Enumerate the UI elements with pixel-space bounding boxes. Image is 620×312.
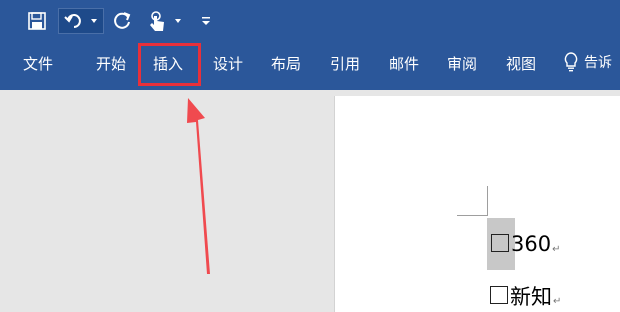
margin-corner-mark — [457, 215, 487, 216]
redo-button[interactable] — [110, 8, 136, 34]
margin-corner-mark — [487, 186, 488, 216]
save-button[interactable] — [24, 8, 50, 34]
checkbox-icon[interactable] — [490, 286, 508, 304]
tab-file[interactable]: 文件 — [23, 52, 53, 76]
paragraph-mark-icon: ↵ — [553, 295, 562, 307]
redo-icon — [114, 12, 131, 29]
tab-home[interactable]: 开始 — [96, 52, 126, 76]
checkbox-icon[interactable] — [491, 234, 509, 252]
tab-review[interactable]: 审阅 — [447, 52, 477, 76]
customize-qat-icon — [202, 17, 210, 25]
tab-mailings[interactable]: 邮件 — [389, 52, 419, 76]
list-item-text: 新知 — [510, 285, 552, 309]
tab-view[interactable]: 视图 — [506, 52, 536, 76]
insert-tab-highlight — [138, 43, 201, 86]
touch-mode-button[interactable] — [144, 8, 186, 34]
chevron-down-icon — [91, 19, 97, 23]
list-item[interactable]: 新知 ↵ — [490, 281, 561, 311]
undo-icon — [64, 14, 81, 28]
tab-layout[interactable]: 布局 — [271, 52, 301, 76]
chevron-down-icon — [175, 19, 181, 23]
document-page[interactable] — [334, 96, 620, 312]
save-icon — [28, 12, 46, 30]
tab-design[interactable]: 设计 — [213, 52, 243, 76]
list-item-text: 360 — [511, 232, 552, 256]
tell-me-label: 告诉 — [584, 55, 612, 71]
ribbon-tabs: 文件 开始 插入 设计 布局 引用 邮件 审阅 视图 — [0, 42, 620, 86]
quick-access-toolbar — [0, 0, 620, 42]
tab-references[interactable]: 引用 — [330, 52, 360, 76]
tell-me-box[interactable]: 告诉 — [564, 52, 612, 72]
customize-qat-button[interactable] — [198, 8, 214, 34]
paragraph-mark-icon: ↵ — [552, 243, 561, 255]
touch-mode-icon — [150, 11, 164, 31]
undo-button[interactable] — [58, 8, 104, 34]
lightbulb-icon — [564, 52, 578, 72]
ribbon: 文件 开始 插入 设计 布局 引用 邮件 审阅 视图 告诉 — [0, 0, 620, 90]
list-item[interactable]: 360 ↵ — [487, 218, 560, 270]
